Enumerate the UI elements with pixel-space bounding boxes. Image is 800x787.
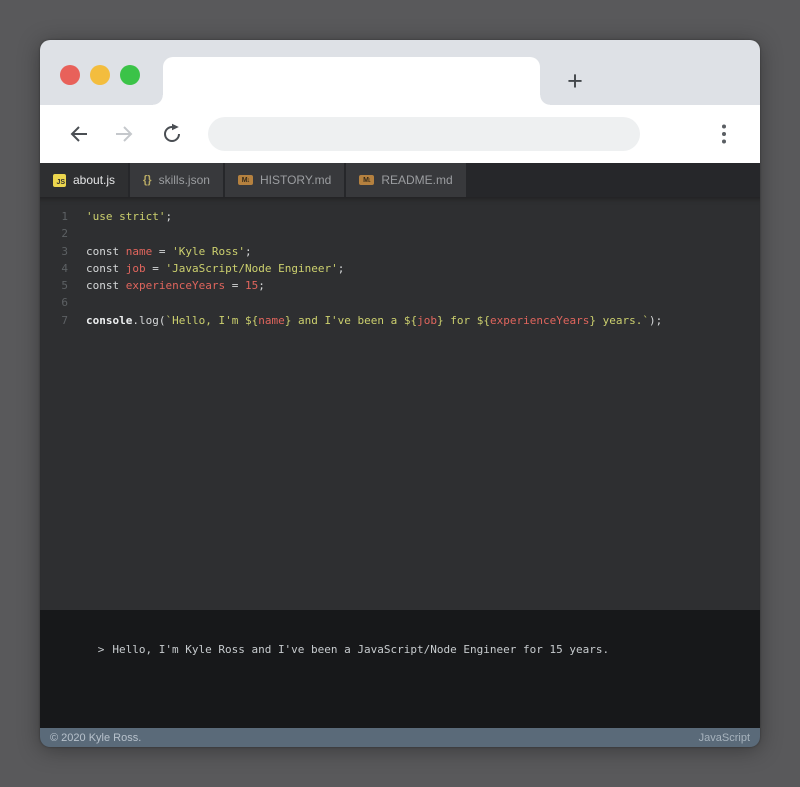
- md-file-icon: M↓: [237, 175, 253, 185]
- code-line: 6: [40, 294, 760, 311]
- console-prompt: >: [97, 643, 105, 656]
- js-file-icon: JS: [53, 173, 66, 187]
- browser-toolbar: [40, 105, 760, 163]
- new-tab-button[interactable]: +: [558, 64, 592, 98]
- reload-button[interactable]: [160, 122, 184, 146]
- browser-tab[interactable]: [153, 57, 550, 105]
- line-number: 2: [61, 227, 68, 241]
- line-number: 6: [61, 296, 68, 310]
- editor-tab-label: about.js: [73, 173, 116, 187]
- editor-tab-label: skills.json: [158, 173, 210, 187]
- line-number: 4: [61, 261, 68, 275]
- code-line: 5 const experienceYears = 15;: [40, 277, 760, 294]
- editor-tab-label: HISTORY.md: [259, 173, 332, 187]
- line-number: 1: [61, 210, 68, 223]
- code-text: const name = 'Kyle Ross';: [86, 244, 252, 258]
- md-file-icon: M↓: [359, 175, 375, 185]
- window-minimize-button[interactable]: [90, 65, 110, 85]
- forward-button[interactable]: [113, 122, 137, 146]
- editor-tab-readme-md[interactable]: M↓ README.md: [346, 163, 466, 197]
- language-badge: JavaScript: [698, 731, 750, 744]
- line-number: 3: [61, 244, 68, 258]
- editor-tab-bar: JS about.js {} skills.json M↓ HISTORY.md M↓ REA…: [40, 163, 760, 197]
- code-text: const experienceYears = 15;: [86, 279, 265, 293]
- status-bar: © 2020 Kyle Ross. JavaScript: [40, 728, 760, 747]
- line-number: 5: [61, 279, 68, 293]
- code-line: 4 const job = 'JavaScript/Node Engineer';: [40, 260, 760, 277]
- copyright-text: © 2020 Kyle Ross.: [50, 731, 142, 744]
- browser-window: + JS about.js {} skills.json M↓ HISTORY.md M↓ R…: [40, 40, 760, 747]
- console-message: Hello, I'm Kyle Ross and I've been a Jav…: [112, 643, 610, 656]
- code-text: const job = 'JavaScript/Node Engineer';: [86, 261, 345, 275]
- back-button[interactable]: [66, 122, 90, 146]
- json-file-icon: {}: [143, 174, 152, 186]
- editor-tab-history-md[interactable]: M↓ HISTORY.md: [224, 163, 345, 197]
- console-output: > Hello, I'm Kyle Ross and I've been a Ja…: [40, 610, 760, 669]
- window-maximize-button[interactable]: [120, 65, 140, 85]
- browser-chrome: +: [40, 40, 760, 105]
- url-bar[interactable]: [208, 117, 640, 151]
- console-panel: > Hello, I'm Kyle Ross and I've been a Ja…: [40, 610, 760, 728]
- code-line: 1 'use strict';: [40, 208, 760, 225]
- code-text: 'use strict';: [86, 210, 173, 223]
- menu-button[interactable]: [717, 122, 731, 146]
- line-number: 7: [61, 313, 68, 327]
- code-line: 7 console.log(`Hello, I'm ${name} and I'v…: [40, 312, 760, 329]
- editor-tab-label: README.md: [381, 173, 453, 187]
- editor-tab-about-js[interactable]: JS about.js: [40, 163, 129, 197]
- editor-tab-skills-json[interactable]: {} skills.json: [130, 163, 223, 197]
- code-line: 3 const name = 'Kyle Ross';: [40, 243, 760, 260]
- window-close-button[interactable]: [60, 65, 80, 85]
- code-text: console.log(`Hello, I'm ${name} and I've…: [86, 313, 663, 327]
- code-editor: 1 'use strict'; 2 3 const name = 'Kyle Ross…: [40, 197, 760, 610]
- code-line: 2: [40, 225, 760, 242]
